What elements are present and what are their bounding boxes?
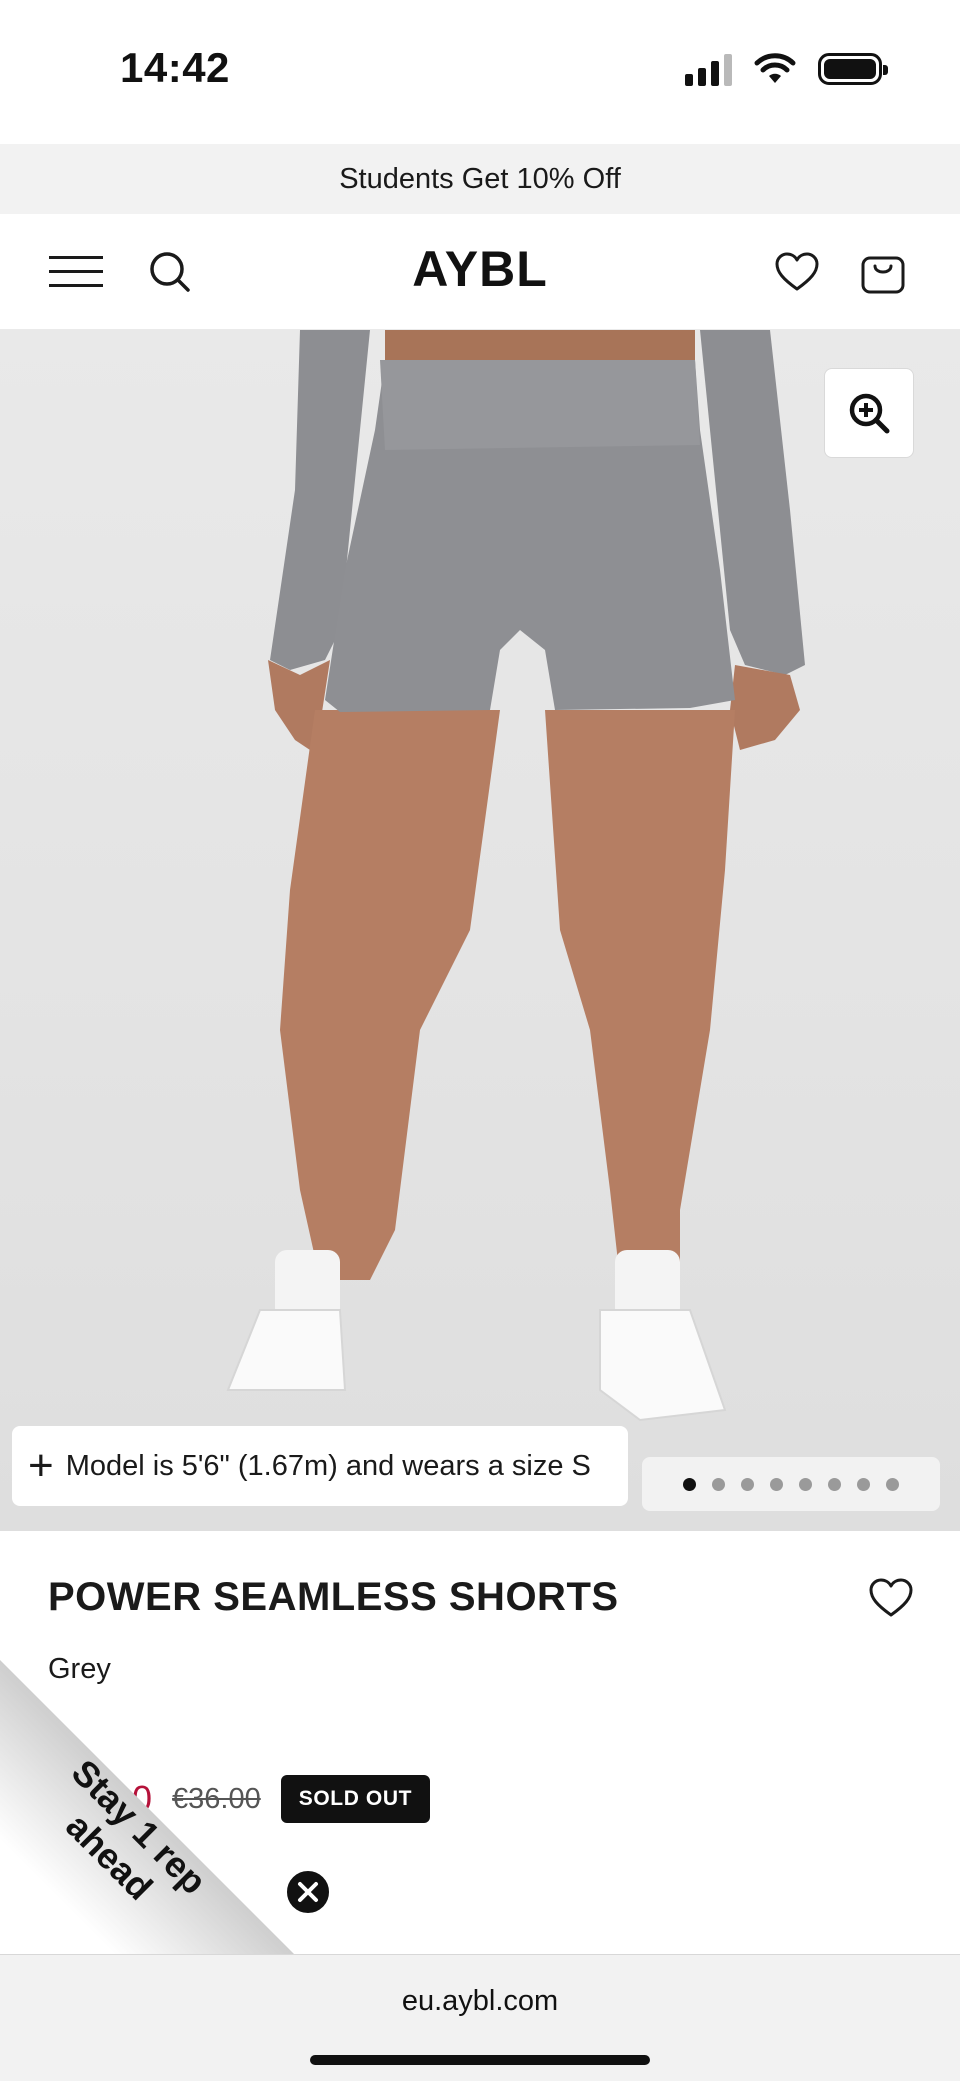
model-size-info[interactable]: + Model is 5'6" (1.67m) and wears a size… [12, 1426, 628, 1506]
plus-icon: + [28, 1441, 54, 1490]
close-icon [298, 1882, 318, 1902]
cellular-signal-icon [685, 52, 732, 86]
model-size-text: Model is 5'6" (1.67m) and wears a size S [65, 1449, 591, 1482]
wifi-icon [754, 53, 796, 83]
gallery-dot[interactable] [886, 1477, 899, 1491]
add-to-wishlist-button[interactable] [866, 1573, 916, 1623]
shopping-bag-button[interactable] [853, 242, 913, 302]
heart-icon [869, 1578, 913, 1617]
promo-ribbon[interactable]: Stay 1 rep ahead [0, 1660, 300, 1960]
gallery-pagination[interactable] [642, 1457, 940, 1511]
product-title: POWER SEAMLESS SHORTS [48, 1575, 619, 1619]
product-photo [226, 330, 805, 1422]
status-time: 14:42 [120, 44, 230, 91]
gallery-dot[interactable] [828, 1477, 841, 1491]
status-bar: 14:42 [0, 0, 960, 144]
promo-banner-text: Students Get 10% Off [339, 162, 621, 195]
sold-out-badge: SOLD OUT [280, 1775, 431, 1823]
gallery-dot[interactable] [683, 1477, 696, 1491]
site-header: AYBL [0, 214, 960, 330]
promo-banner[interactable]: Students Get 10% Off [0, 144, 960, 214]
gallery-dot[interactable] [770, 1477, 783, 1491]
wishlist-button[interactable] [767, 242, 827, 302]
shopping-bag-icon [861, 256, 905, 294]
gallery-dot[interactable] [712, 1477, 725, 1491]
browser-url-bar[interactable]: eu.aybl.com [0, 1954, 960, 2081]
heart-icon [775, 252, 819, 291]
home-indicator[interactable] [310, 2055, 650, 2065]
battery-icon [818, 53, 888, 85]
gallery-dot[interactable] [799, 1477, 812, 1491]
zoom-button[interactable] [824, 368, 914, 458]
url-text[interactable]: eu.aybl.com [0, 1985, 960, 2018]
zoom-in-icon [849, 393, 890, 434]
close-ribbon-button[interactable] [284, 1868, 332, 1916]
gallery-dot[interactable] [857, 1477, 870, 1491]
product-image-gallery[interactable]: + Model is 5'6" (1.67m) and wears a size… [0, 330, 960, 1531]
gallery-dot[interactable] [741, 1477, 754, 1491]
status-icons [685, 52, 888, 86]
